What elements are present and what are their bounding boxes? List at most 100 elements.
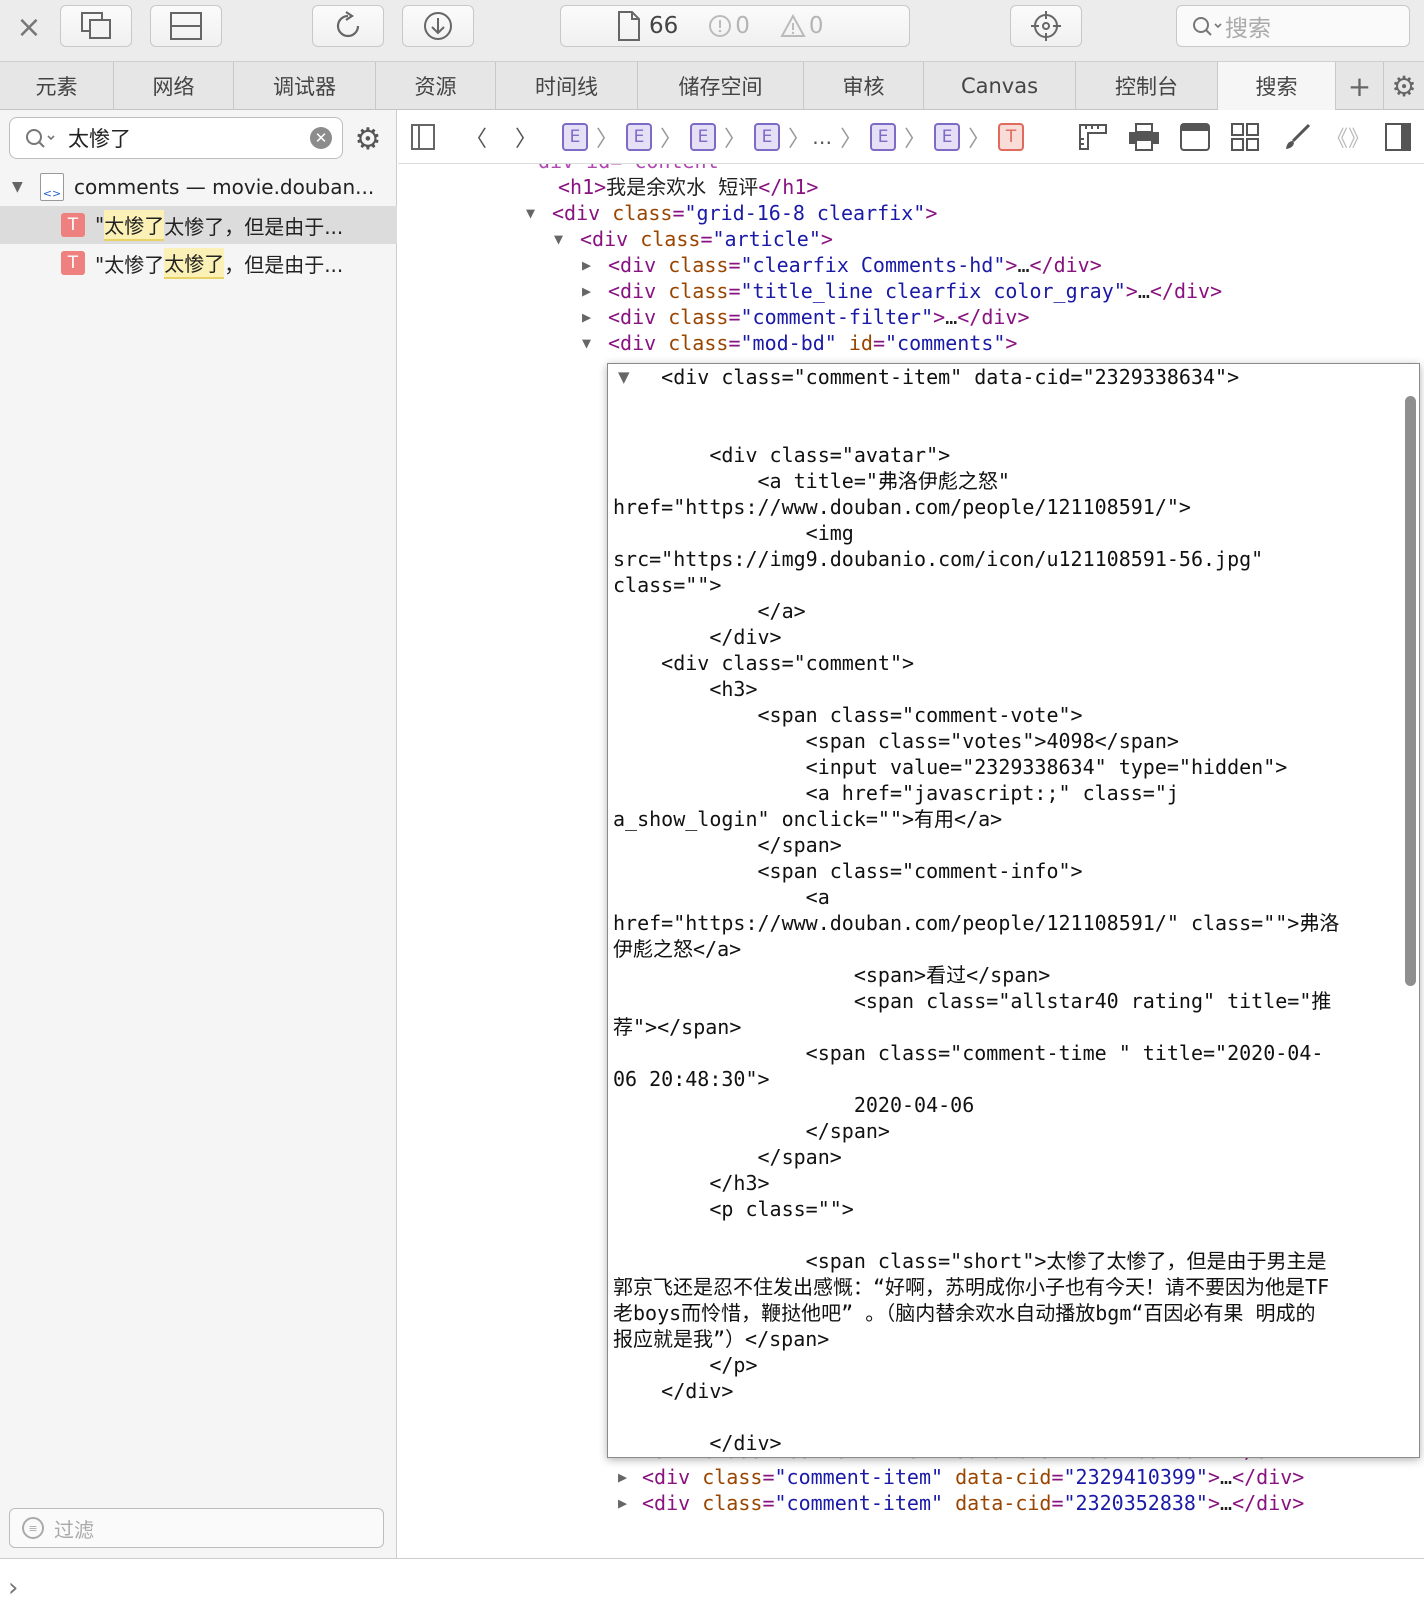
add-tab-icon[interactable]: + <box>1336 62 1384 110</box>
toggle-sidebar-icon[interactable] <box>410 121 436 153</box>
tab-resources[interactable]: 资源 <box>376 62 496 110</box>
search-input-value: 太惨了 <box>68 127 131 151</box>
dom-node-comment-item[interactable]: <div class="comment-item" data-cid="2320… <box>642 1490 1304 1516</box>
search-icon <box>1193 17 1222 36</box>
dom-node-h1[interactable]: <h1>我是余欢水 短评</h1> <box>558 174 818 200</box>
resource-status-button[interactable]: 66 0 0 <box>560 5 910 47</box>
toolbar-search-field[interactable]: 搜索 <box>1176 5 1410 47</box>
tab-timelines[interactable]: 时间线 <box>496 62 638 110</box>
node-source-text: <div class="comment-item" data-cid="2329… <box>613 365 1340 1455</box>
breadcrumb: E 〉 E 〉 E 〉 E 〉 … 〉 E 〉 E 〉 T <box>562 121 1025 153</box>
console-chevron-icon: › <box>8 1573 19 1603</box>
forward-arrow-icon[interactable]: 〉 <box>514 121 538 153</box>
inspect-element-button[interactable] <box>1010 5 1082 47</box>
search-result-file-label: comments — movie.douban... <box>74 175 375 199</box>
warning-icon <box>780 14 806 37</box>
clear-search-icon[interactable]: ✕ <box>310 127 332 149</box>
error-icon <box>709 15 732 37</box>
download-button[interactable] <box>402 5 474 47</box>
warning-count-value: 0 <box>808 13 824 39</box>
breadcrumb-separator: 〉 <box>840 127 863 152</box>
search-input[interactable]: 太惨了 ✕ <box>9 117 343 159</box>
undock-button[interactable] <box>60 5 132 47</box>
toggle-details-sidebar-icon[interactable] <box>1384 121 1412 153</box>
disclosure-down-icon[interactable]: ▼ <box>12 179 28 195</box>
dom-node[interactable]: <div class="article"> <box>580 226 833 252</box>
result-text-prefix: " <box>95 213 105 237</box>
filter-input[interactable]: ≡ 过滤 <box>9 1508 384 1548</box>
text-node-icon: T <box>61 213 85 237</box>
warning-count: 0 <box>780 13 824 39</box>
node-source-popover: ▼ <div class="comment-item" data-cid="23… <box>607 363 1420 1458</box>
tab-audit[interactable]: 审核 <box>804 62 924 110</box>
dom-node-comment-item[interactable]: <div class="comment-item" data-cid="2329… <box>642 1464 1304 1490</box>
search-sidebar: 太惨了 ✕ ⚙ ▼ <> comments — movie.douban... … <box>0 110 397 1558</box>
breadcrumb-text-node-icon[interactable]: T <box>998 123 1025 151</box>
search-result-file[interactable]: ▼ <> comments — movie.douban... <box>0 168 397 206</box>
layout-ruler-icon[interactable] <box>1078 121 1108 153</box>
tab-debugger[interactable]: 调试器 <box>234 62 376 110</box>
disclosure-right-icon[interactable]: ▶ <box>582 256 591 274</box>
breadcrumb-element-icon[interactable]: E <box>870 123 897 151</box>
search-settings-gear-icon[interactable]: ⚙ <box>352 122 384 157</box>
result-text-suffix: 太惨了，但是由于... <box>164 214 344 239</box>
filter-placeholder: 过滤 <box>54 1517 94 1542</box>
breadcrumb-separator: 〉 <box>660 127 683 152</box>
grid-layout-icon[interactable] <box>1230 121 1260 153</box>
error-count: 0 <box>708 13 750 39</box>
back-arrow-icon[interactable]: 〈 <box>464 121 488 153</box>
dom-node[interactable]: <div class="mod-bd" id="comments"> <box>608 330 1017 356</box>
console-prompt[interactable]: › <box>0 1558 1424 1616</box>
disclosure-down-icon[interactable]: ▼ <box>582 334 591 352</box>
devtools-toolbar: × 66 0 0 搜索 <box>0 0 1424 62</box>
error-count-value: 0 <box>735 13 750 39</box>
window-frame-icon[interactable] <box>1180 121 1210 153</box>
search-icon <box>26 129 55 148</box>
breadcrumb-element-icon[interactable]: E <box>934 123 961 151</box>
breadcrumb-element-icon[interactable]: E <box>562 123 588 151</box>
tab-search[interactable]: 搜索 <box>1218 62 1336 110</box>
filter-icon: ≡ <box>22 1517 44 1539</box>
tab-elements[interactable]: 元素 <box>0 62 114 110</box>
tab-canvas[interactable]: Canvas <box>924 62 1076 110</box>
paintbrush-icon[interactable] <box>1282 121 1312 153</box>
h1-text: 我是余欢水 短评 <box>606 175 759 199</box>
dom-node[interactable]: <div class="title_line clearfix color_gr… <box>608 278 1222 304</box>
tab-storage[interactable]: 储存空间 <box>638 62 804 110</box>
dock-bottom-button[interactable] <box>150 5 222 47</box>
settings-gear-icon[interactable]: ⚙ <box>1384 62 1424 110</box>
document-icon <box>618 11 640 41</box>
dom-node-cut-top: div id="content" <box>538 164 731 174</box>
breadcrumb-element-icon[interactable]: E <box>690 123 717 151</box>
tab-console[interactable]: 控制台 <box>1076 62 1218 110</box>
disclosure-right-icon[interactable]: ▶ <box>618 1468 627 1486</box>
dom-node[interactable]: <div class="grid-16-8 clearfix"> <box>552 200 937 226</box>
disclosure-right-icon[interactable]: ▶ <box>582 308 591 326</box>
popover-scrollbar[interactable] <box>1405 396 1416 986</box>
text-node-icon: T <box>61 251 85 275</box>
dom-node[interactable]: <div class="comment-filter">…</div> <box>608 304 1029 330</box>
tab-network[interactable]: 网络 <box>114 62 234 110</box>
disclosure-right-icon[interactable]: ▶ <box>618 1494 627 1512</box>
result-match-highlight: 太惨了 <box>104 209 165 241</box>
print-icon[interactable] <box>1128 121 1160 153</box>
search-results-tree: ▼ <> comments — movie.douban... T " 太惨了 太惨… <box>0 168 397 282</box>
dock-bottom-icon <box>170 12 202 40</box>
search-result-item[interactable]: T "太惨了太惨了，但是由于... <box>0 206 397 244</box>
disclosure-down-icon[interactable]: ▼ <box>554 230 563 248</box>
breadcrumb-ellipsis[interactable]: … <box>812 125 832 149</box>
breadcrumb-element-icon[interactable]: E <box>626 123 653 151</box>
breadcrumb-separator: 〉 <box>904 127 927 152</box>
code-brackets-icon[interactable]: 《》 <box>1326 121 1370 153</box>
result-text-suffix: ，但是由于... <box>224 252 344 277</box>
breadcrumb-separator: 〉 <box>724 127 747 152</box>
disclosure-right-icon[interactable]: ▶ <box>582 282 591 300</box>
dom-breadcrumb-bar: 〈 〉 E 〉 E 〉 E 〉 E 〉 … 〉 E 〉 E 〉 T 《》 <box>398 110 1424 164</box>
breadcrumb-separator: 〉 <box>788 127 811 152</box>
close-icon[interactable]: × <box>12 10 46 45</box>
disclosure-down-icon[interactable]: ▼ <box>526 204 535 222</box>
dom-node[interactable]: <div class="clearfix Comments-hd">…</div… <box>608 252 1102 278</box>
search-result-item[interactable]: T "太惨了太惨了，但是由于... <box>0 244 397 282</box>
breadcrumb-element-icon[interactable]: E <box>754 123 781 151</box>
reload-button[interactable] <box>312 5 384 47</box>
